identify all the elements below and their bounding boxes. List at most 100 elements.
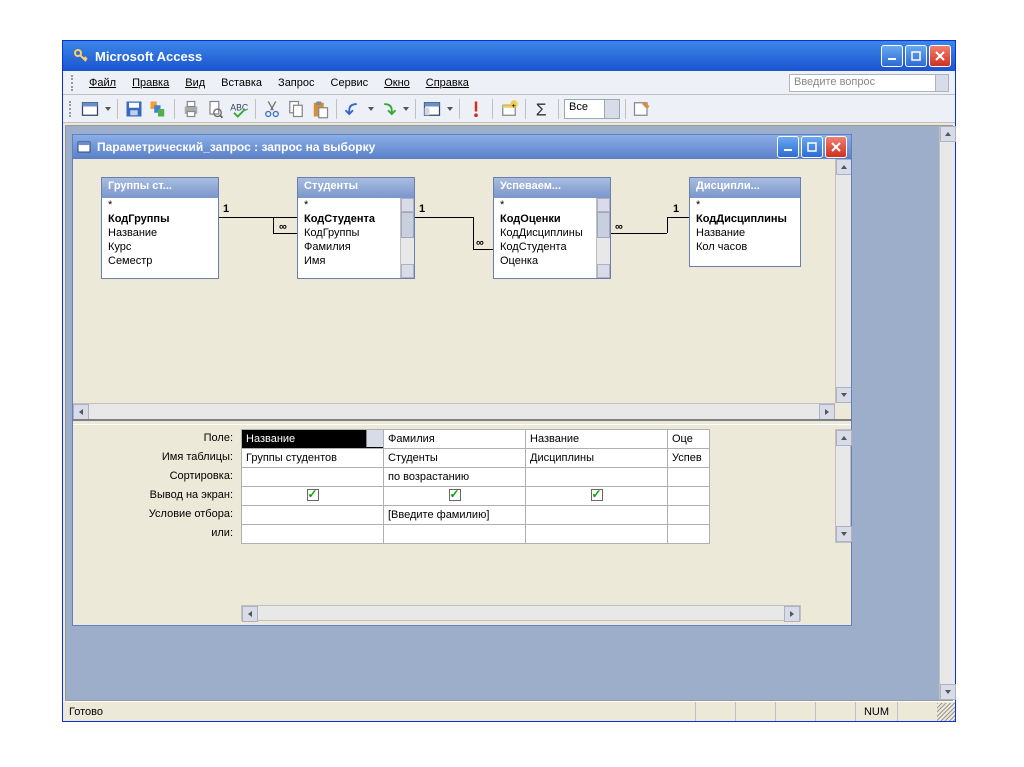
diagram-area[interactable]: Группы ст... * КодГруппы Название Курс С…	[73, 159, 851, 419]
menu-edit[interactable]: Правка	[124, 74, 177, 92]
run-button[interactable]	[465, 98, 487, 120]
scroll-down-icon[interactable]	[836, 526, 852, 542]
grid-hscrollbar[interactable]	[241, 605, 801, 621]
field[interactable]: Кол часов	[690, 240, 800, 254]
query-type-dropdown[interactable]	[445, 107, 454, 111]
or-cell[interactable]	[242, 525, 384, 544]
field-pk[interactable]: КодГруппы	[102, 212, 218, 226]
checkbox-icon[interactable]	[449, 489, 461, 501]
print-button[interactable]	[180, 98, 202, 120]
scroll-track[interactable]	[258, 606, 784, 620]
menu-window[interactable]: Окно	[376, 74, 418, 92]
inner-titlebar[interactable]: Параметрический_запрос : запрос на выбор…	[73, 135, 851, 159]
show-cell[interactable]	[384, 487, 526, 506]
field[interactable]: Курс	[102, 240, 218, 254]
spelling-button[interactable]: ABC	[228, 98, 250, 120]
menu-help[interactable]: Справка	[418, 74, 477, 92]
inner-maximize-button[interactable]	[801, 136, 823, 158]
table-groups[interactable]: Группы ст... * КодГруппы Название Курс С…	[101, 177, 219, 279]
titlebar[interactable]: Microsoft Access	[63, 41, 955, 71]
field[interactable]: Семестр	[102, 254, 218, 268]
scroll-right-icon[interactable]	[784, 606, 800, 622]
field[interactable]: Фамилия	[298, 240, 414, 254]
totals-button[interactable]: Σ	[531, 98, 553, 120]
table-scrollbar[interactable]	[596, 198, 610, 278]
field-cell[interactable]: Фамилия	[384, 430, 526, 449]
menu-file[interactable]: Файл	[81, 74, 124, 92]
resize-grip-icon[interactable]	[937, 703, 955, 721]
file-search-button[interactable]	[147, 98, 169, 120]
field-cell[interactable]: Оце	[668, 430, 710, 449]
workspace-vscrollbar[interactable]	[939, 126, 955, 700]
field[interactable]: Имя	[298, 254, 414, 268]
table-cell[interactable]: Успев	[668, 449, 710, 468]
maximize-button[interactable]	[905, 45, 927, 67]
save-button[interactable]	[123, 98, 145, 120]
sort-cell[interactable]	[668, 468, 710, 487]
toolbar-handle[interactable]	[71, 75, 75, 91]
copy-button[interactable]	[285, 98, 307, 120]
sort-cell[interactable]	[242, 468, 384, 487]
field-pk[interactable]: КодОценки	[494, 212, 610, 226]
scroll-track[interactable]	[89, 404, 819, 419]
scroll-down-icon[interactable]	[597, 264, 610, 278]
show-cell[interactable]	[668, 487, 710, 506]
field[interactable]: Название	[690, 226, 800, 240]
redo-button[interactable]	[377, 98, 399, 120]
sort-cell[interactable]: по возрастанию	[384, 468, 526, 487]
scroll-track[interactable]	[836, 446, 850, 526]
print-preview-button[interactable]	[204, 98, 226, 120]
criteria-cell[interactable]: [Введите фамилию]	[384, 506, 526, 525]
relationship-line[interactable]	[415, 217, 473, 218]
table-title[interactable]: Студенты	[298, 178, 414, 198]
scroll-thumb[interactable]	[597, 212, 610, 238]
criteria-cell[interactable]	[668, 506, 710, 525]
view-button[interactable]	[79, 98, 101, 120]
scroll-track[interactable]	[836, 175, 851, 387]
table-disciplines[interactable]: Дисципли... * КодДисциплины Название Кол…	[689, 177, 801, 267]
menu-insert[interactable]: Вставка	[213, 74, 270, 92]
scroll-down-icon[interactable]	[940, 684, 956, 700]
properties-button[interactable]	[631, 98, 653, 120]
view-dropdown[interactable]	[103, 107, 112, 111]
field-asterisk[interactable]: *	[298, 198, 414, 212]
scroll-up-icon[interactable]	[401, 198, 414, 212]
top-values-combo[interactable]: Все	[564, 99, 620, 119]
scroll-down-icon[interactable]	[836, 387, 851, 403]
menu-query[interactable]: Запрос	[270, 74, 322, 92]
minimize-button[interactable]	[881, 45, 903, 67]
inner-minimize-button[interactable]	[777, 136, 799, 158]
paste-button[interactable]	[309, 98, 331, 120]
scroll-up-icon[interactable]	[940, 126, 956, 142]
field-cell[interactable]: Название	[526, 430, 668, 449]
show-cell[interactable]	[242, 487, 384, 506]
scroll-thumb[interactable]	[401, 212, 414, 238]
close-button[interactable]	[929, 45, 951, 67]
relationship-line[interactable]	[611, 233, 667, 234]
criteria-cell[interactable]	[242, 506, 384, 525]
diagram-vscrollbar[interactable]	[835, 159, 851, 403]
checkbox-icon[interactable]	[307, 489, 319, 501]
field-cell[interactable]: Название	[242, 430, 384, 449]
scroll-left-icon[interactable]	[242, 606, 258, 622]
query-type-button[interactable]	[421, 98, 443, 120]
field-pk[interactable]: КодДисциплины	[690, 212, 800, 226]
redo-dropdown[interactable]	[401, 107, 410, 111]
relationship-line[interactable]	[219, 217, 297, 218]
sort-cell[interactable]	[526, 468, 668, 487]
cut-button[interactable]	[261, 98, 283, 120]
scroll-track[interactable]	[940, 142, 955, 684]
scroll-right-icon[interactable]	[819, 404, 835, 419]
help-question-input[interactable]: Введите вопрос	[789, 74, 949, 92]
menu-tools[interactable]: Сервис	[323, 74, 377, 92]
or-cell[interactable]	[384, 525, 526, 544]
criteria-cell[interactable]	[526, 506, 668, 525]
scroll-up-icon[interactable]	[836, 159, 851, 175]
undo-dropdown[interactable]	[366, 107, 375, 111]
table-progress[interactable]: Успеваем... * КодОценки КодДисциплины Ко…	[493, 177, 611, 279]
table-cell[interactable]: Студенты	[384, 449, 526, 468]
field-asterisk[interactable]: *	[494, 198, 610, 212]
field-pk[interactable]: КодСтудента	[298, 212, 414, 226]
table-cell[interactable]: Группы студентов	[242, 449, 384, 468]
inner-close-button[interactable]	[825, 136, 847, 158]
